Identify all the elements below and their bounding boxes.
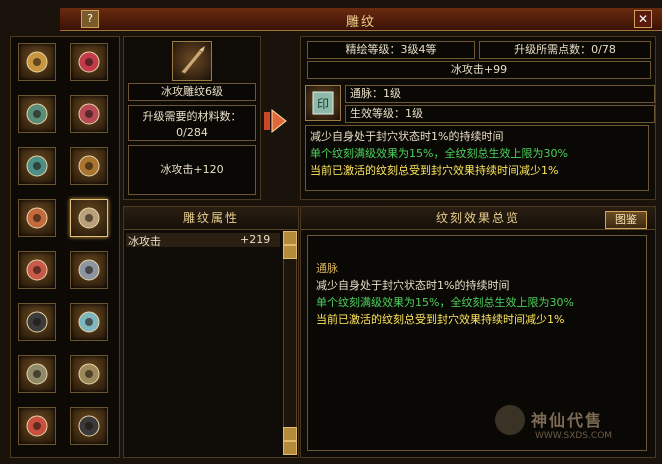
jade-disc-icon	[26, 363, 48, 385]
equipment-slot[interactable]	[70, 407, 108, 445]
equipment-slot[interactable]	[70, 355, 108, 393]
summary-line-2: 单个纹刻满级效果为15%，全纹刻总生效上限为30%	[316, 296, 574, 309]
refine-level: 精绘等级：3级4等	[307, 41, 475, 59]
scroll-up-step-button[interactable]	[283, 245, 297, 259]
help-button[interactable]: ?	[81, 10, 99, 28]
jade-disc-icon	[78, 363, 100, 385]
effect-icon[interactable]: 印	[305, 85, 341, 121]
desc-line-3: 当前已激活的纹刻总受到封穴效果持续时间减少1%	[310, 164, 559, 177]
scroll-down-step-button[interactable]	[283, 427, 297, 441]
effect-description: 减少自身处于封穴状态时1%的持续时间 单个纹刻满级效果为15%，全纹刻总生效上限…	[305, 125, 649, 191]
effect-summary-panel: 纹刻效果总览 图鉴 通脉 减少自身处于封穴状态时1%的持续时间 单个纹刻满级效果…	[300, 206, 656, 458]
equipment-slot[interactable]	[70, 303, 108, 341]
equipment-slot[interactable]	[18, 251, 56, 289]
selected-item-icon[interactable]	[172, 41, 212, 81]
equipment-slot[interactable]	[18, 303, 56, 341]
item-name: 冰攻雕纹6级	[128, 83, 256, 101]
wing-icon	[78, 311, 100, 333]
attr-panel-header: 雕纹属性	[124, 207, 298, 230]
effect-level: 生效等级：1级	[345, 105, 655, 123]
equipment-slot[interactable]	[18, 199, 56, 237]
belt-icon	[78, 155, 100, 177]
equipment-slot[interactable]	[70, 199, 108, 237]
equipment-slot[interactable]	[18, 43, 56, 81]
arrow-right-icon	[264, 108, 287, 134]
bracer-icon	[26, 155, 48, 177]
equipment-slot[interactable]	[18, 95, 56, 133]
watermark: 神仙代售 WWW.SXDS.COM	[495, 403, 645, 447]
equipment-slot[interactable]	[70, 43, 108, 81]
staff-icon	[26, 51, 48, 73]
attr-bonus: 冰攻击+99	[307, 61, 651, 79]
glyph-info-panel: 精绘等级：3级4等 升级所需点数：0/78 冰攻击+99 印 通脉：1级 生效等…	[300, 36, 656, 200]
scroll-up-button[interactable]	[283, 231, 297, 245]
scroll-down-button[interactable]	[283, 441, 297, 455]
selected-item-panel: 冰攻雕纹6级 升级需要的材料数： 0/284 冰攻击+120	[123, 36, 261, 200]
attr-row-value: +219	[240, 233, 271, 246]
window-title: 雕纹	[345, 15, 376, 30]
equipment-slot[interactable]	[18, 355, 56, 393]
title-bar[interactable]: 雕纹	[60, 8, 662, 31]
red-gem-icon	[78, 51, 100, 73]
close-button[interactable]: ✕	[634, 10, 652, 28]
attr-scrollbar[interactable]	[283, 231, 297, 455]
summary-header: 纹刻效果总览	[301, 207, 655, 230]
equipment-slot[interactable]	[18, 147, 56, 185]
necklace-icon	[26, 415, 48, 437]
summary-line-3: 当前已激活的纹刻总受到封穴效果持续时间减少1%	[316, 313, 565, 326]
dagger-icon	[78, 207, 100, 229]
equipment-slot[interactable]	[70, 147, 108, 185]
item-attr: 冰攻击+120	[128, 145, 256, 195]
dagger-icon	[180, 46, 205, 75]
equipment-slot[interactable]	[70, 251, 108, 289]
red-ring-icon	[78, 103, 100, 125]
atlas-button[interactable]: 图鉴	[605, 211, 647, 229]
chest-icon	[26, 259, 48, 281]
gauntlet-icon	[78, 259, 100, 281]
mascot-icon	[495, 405, 525, 435]
jade-seal-icon: 印	[312, 91, 334, 115]
dark-emblem-icon	[78, 415, 100, 437]
glyph-attr-panel: 雕纹属性 冰攻击 +219	[123, 206, 299, 458]
desc-line-2: 单个纹刻满级效果为15%，全纹刻总生效上限为30%	[310, 147, 568, 160]
upgrade-arrow[interactable]	[262, 108, 288, 134]
equipment-slot[interactable]	[18, 407, 56, 445]
desc-line-1: 减少自身处于封穴状态时1%的持续时间	[310, 130, 504, 143]
armor-icon	[26, 103, 48, 125]
svg-text:印: 印	[317, 97, 329, 111]
effect-name: 通脉：1级	[345, 85, 655, 103]
watermark-text: 神仙代售	[531, 411, 604, 430]
upgrade-points: 升级所需点数：0/78	[479, 41, 651, 59]
equipment-slot[interactable]	[70, 95, 108, 133]
blade-icon	[26, 311, 48, 333]
summary-line-1: 减少自身处于封穴状态时1%的持续时间	[316, 279, 510, 292]
shoulder-icon	[26, 207, 48, 229]
watermark-url: WWW.SXDS.COM	[535, 431, 613, 441]
material-value: 0/284	[176, 126, 208, 139]
material-box: 升级需要的材料数： 0/284	[128, 105, 256, 141]
material-label: 升级需要的材料数：	[142, 110, 242, 123]
attr-row-name: 冰攻击	[128, 235, 161, 248]
summary-title: 通脉	[316, 262, 338, 275]
attr-row[interactable]: 冰攻击 +219	[126, 233, 280, 248]
